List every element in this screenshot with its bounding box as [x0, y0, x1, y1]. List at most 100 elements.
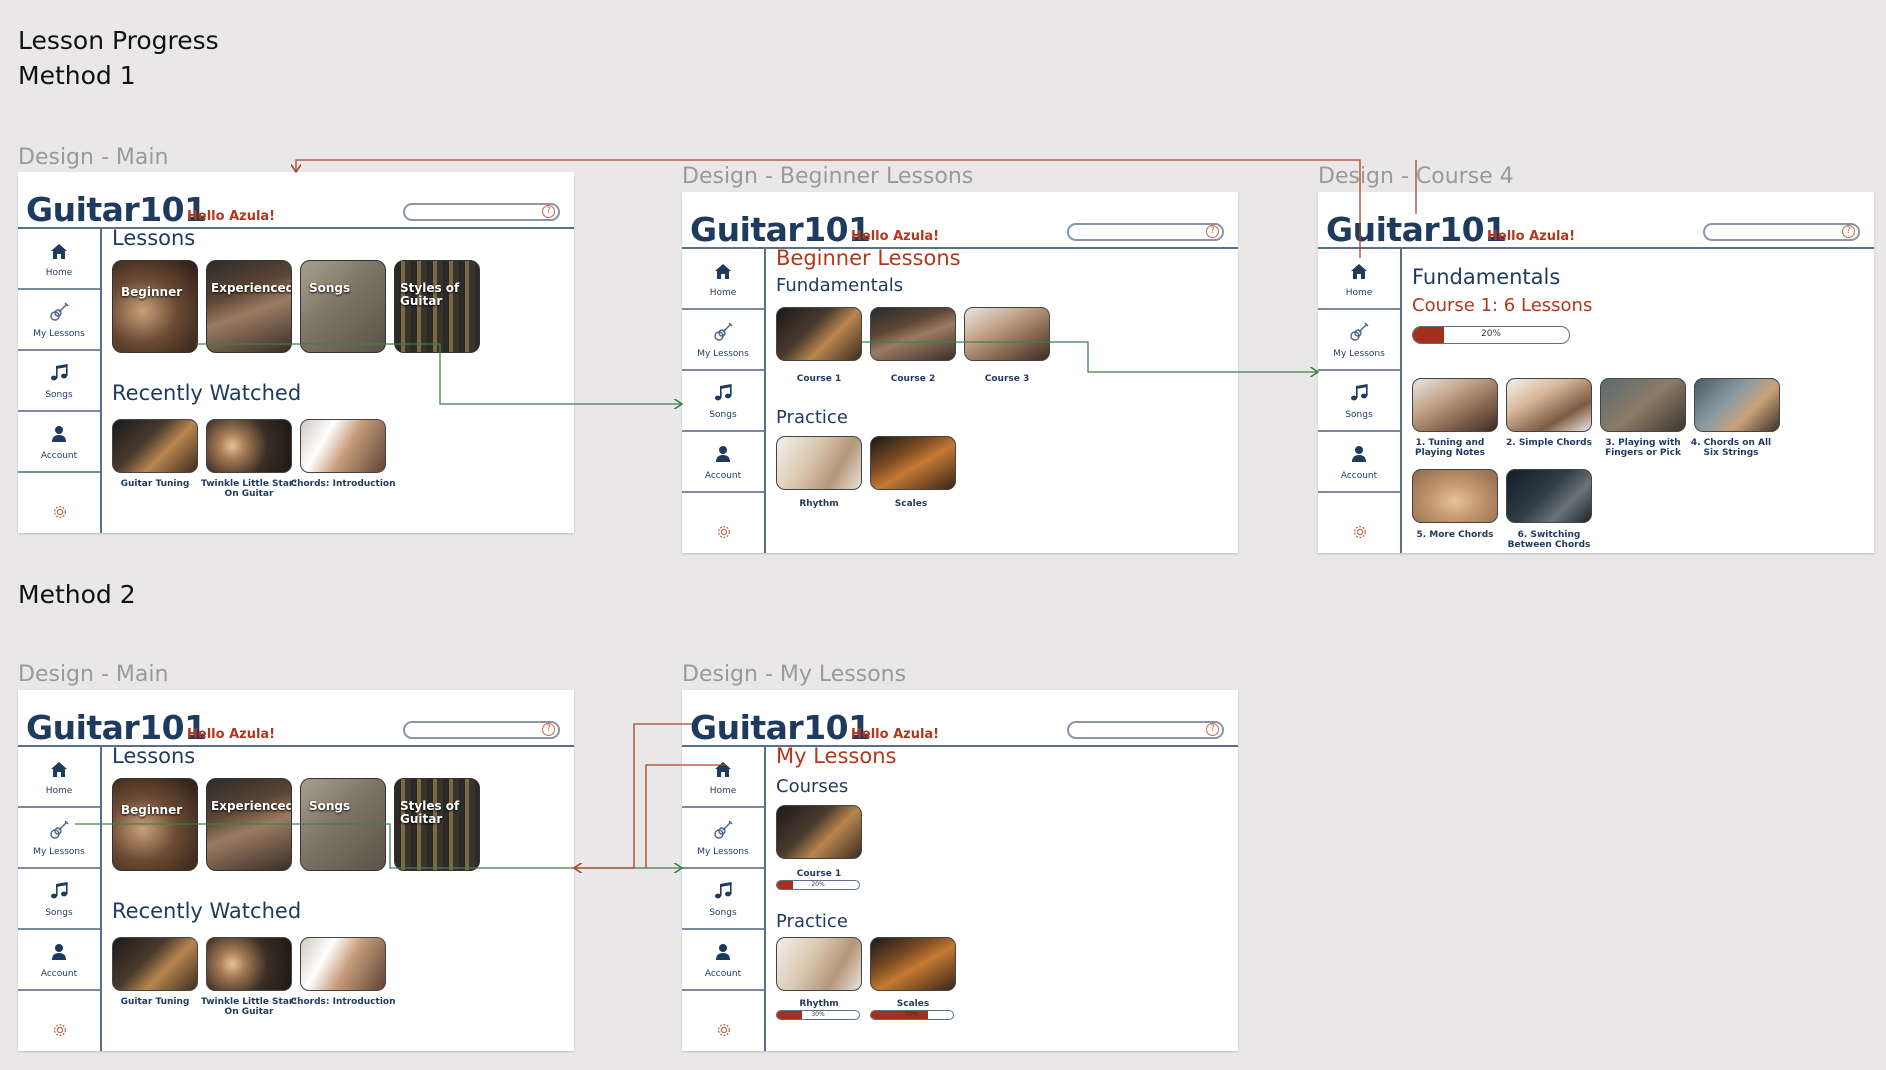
- nav-item-songs[interactable]: Songs: [682, 371, 764, 432]
- tile-label: Beginner: [121, 803, 183, 817]
- nav-item-account[interactable]: Account: [1318, 432, 1400, 493]
- home-icon: [714, 259, 732, 283]
- search-input[interactable]: ?: [403, 203, 560, 221]
- help-icon[interactable]: ?: [1206, 225, 1219, 238]
- tile-label: Styles of Guitar: [400, 281, 460, 308]
- lesson-thumb[interactable]: [1412, 469, 1498, 523]
- lesson-thumb[interactable]: [1600, 378, 1686, 432]
- nav-item-songs[interactable]: Songs: [1318, 371, 1400, 432]
- recent-thumb[interactable]: [300, 937, 386, 991]
- progress-label: 20%: [811, 881, 825, 888]
- guitar-icon: [1348, 320, 1370, 344]
- lesson-caption: 1. Tuning and Playing Notes: [1415, 438, 1485, 458]
- course-thumb[interactable]: [870, 307, 956, 361]
- nav-item-home[interactable]: Home: [18, 229, 100, 290]
- lesson-thumb[interactable]: [1694, 378, 1780, 432]
- lesson-caption: 4. Chords on All Six Strings: [1690, 438, 1772, 458]
- nav-item-songs[interactable]: Songs: [18, 351, 100, 412]
- recent-thumb[interactable]: [112, 937, 198, 991]
- nav-item-account[interactable]: Account: [682, 930, 764, 991]
- help-icon[interactable]: ?: [542, 205, 555, 218]
- lesson-tile-styles[interactable]: Styles of Guitar: [394, 778, 480, 871]
- nav-label: My Lessons: [33, 329, 85, 339]
- recent-thumb[interactable]: [206, 937, 292, 991]
- settings-icon[interactable]: [682, 1022, 766, 1041]
- practice-progress-bar: 30%: [776, 1010, 860, 1020]
- lesson-tile-experienced[interactable]: Experienced: [206, 260, 292, 353]
- lesson-thumb[interactable]: [1506, 378, 1592, 432]
- method-1-heading: Method 1: [18, 61, 136, 90]
- nav-item-home[interactable]: Home: [682, 249, 764, 310]
- search-input[interactable]: ?: [1067, 223, 1224, 241]
- course-thumb[interactable]: [776, 307, 862, 361]
- nav-item-my-lessons[interactable]: My Lessons: [1318, 310, 1400, 371]
- lesson-caption: 2. Simple Chords: [1506, 438, 1592, 448]
- lesson-tile-styles[interactable]: Styles of Guitar: [394, 260, 480, 353]
- greeting: Hello Azula!: [851, 727, 940, 742]
- guitar-icon: [712, 818, 734, 842]
- frame-course-4: Guitar101 Hello Azula! ? Home My Lessons…: [1318, 192, 1874, 553]
- nav-item-my-lessons[interactable]: My Lessons: [682, 808, 764, 869]
- frame-main-1: Guitar101 Hello Azula! ? Home My Lessons…: [18, 172, 574, 533]
- sidebar: Home My Lessons Songs Account: [682, 747, 766, 1051]
- beginner-title: Beginner Lessons: [776, 246, 961, 270]
- search-input[interactable]: ?: [1067, 721, 1224, 739]
- course-progress-bar: 20%: [1412, 326, 1570, 344]
- nav-item-songs[interactable]: Songs: [18, 869, 100, 930]
- recent-thumb[interactable]: [206, 419, 292, 473]
- practice-thumb[interactable]: [776, 937, 862, 991]
- brand-logo: Guitar101: [26, 708, 207, 747]
- home-icon: [714, 757, 732, 781]
- nav-label: Account: [40, 451, 78, 461]
- nav-item-account[interactable]: Account: [18, 930, 100, 991]
- nav-item-my-lessons[interactable]: My Lessons: [18, 808, 100, 869]
- nav-item-home[interactable]: Home: [1318, 249, 1400, 310]
- nav-item-account[interactable]: Account: [682, 432, 764, 493]
- nav-label: Home: [45, 268, 73, 278]
- settings-icon[interactable]: [18, 1022, 102, 1041]
- music-note-icon: [49, 361, 69, 385]
- nav-item-my-lessons[interactable]: My Lessons: [18, 290, 100, 351]
- search-input[interactable]: ?: [403, 721, 560, 739]
- lesson-thumb[interactable]: [1506, 469, 1592, 523]
- nav-item-songs[interactable]: Songs: [682, 869, 764, 930]
- practice-thumb[interactable]: [870, 937, 956, 991]
- settings-icon[interactable]: [18, 504, 102, 523]
- nav-item-account[interactable]: Account: [18, 412, 100, 473]
- recent-thumb[interactable]: [112, 419, 198, 473]
- nav-item-home[interactable]: Home: [18, 747, 100, 808]
- nav-label: My Lessons: [697, 349, 749, 359]
- help-icon[interactable]: ?: [1206, 723, 1219, 736]
- practice-progress-bar: 70%: [870, 1010, 954, 1020]
- guitar-icon: [712, 320, 734, 344]
- search-input[interactable]: ?: [1703, 223, 1860, 241]
- practice-thumb[interactable]: [776, 436, 862, 490]
- course-title: Fundamentals: [1412, 265, 1561, 289]
- help-icon[interactable]: ?: [1842, 225, 1855, 238]
- course-thumb[interactable]: [964, 307, 1050, 361]
- music-note-icon: [1349, 381, 1369, 405]
- lesson-tile-beginner[interactable]: Beginner: [112, 778, 198, 871]
- brand-logo: Guitar101: [690, 708, 871, 747]
- frame-label-course4: Design - Course 4: [1318, 164, 1514, 189]
- nav-item-home[interactable]: Home: [682, 747, 764, 808]
- sidebar: Home My Lessons Songs Account: [682, 249, 766, 553]
- settings-icon[interactable]: [1318, 524, 1402, 543]
- nav-item-my-lessons[interactable]: My Lessons: [682, 310, 764, 371]
- practice-caption: Scales: [894, 499, 928, 509]
- tile-label: Songs: [309, 799, 351, 813]
- nav-label: Songs: [45, 390, 73, 400]
- lesson-thumb[interactable]: [1412, 378, 1498, 432]
- help-icon[interactable]: ?: [542, 723, 555, 736]
- practice-thumb[interactable]: [870, 436, 956, 490]
- settings-icon[interactable]: [682, 524, 766, 543]
- lesson-tile-songs[interactable]: Songs: [300, 778, 386, 871]
- main-content: Lessons Beginner Experienced Songs Style…: [112, 226, 574, 533]
- course-thumb[interactable]: [776, 805, 862, 859]
- recent-thumb[interactable]: [300, 419, 386, 473]
- my-lessons-title: My Lessons: [776, 744, 897, 768]
- lesson-tile-beginner[interactable]: Beginner: [112, 260, 198, 353]
- lesson-tile-songs[interactable]: Songs: [300, 260, 386, 353]
- lesson-tile-experienced[interactable]: Experienced: [206, 778, 292, 871]
- course-caption: Course 3: [984, 374, 1030, 384]
